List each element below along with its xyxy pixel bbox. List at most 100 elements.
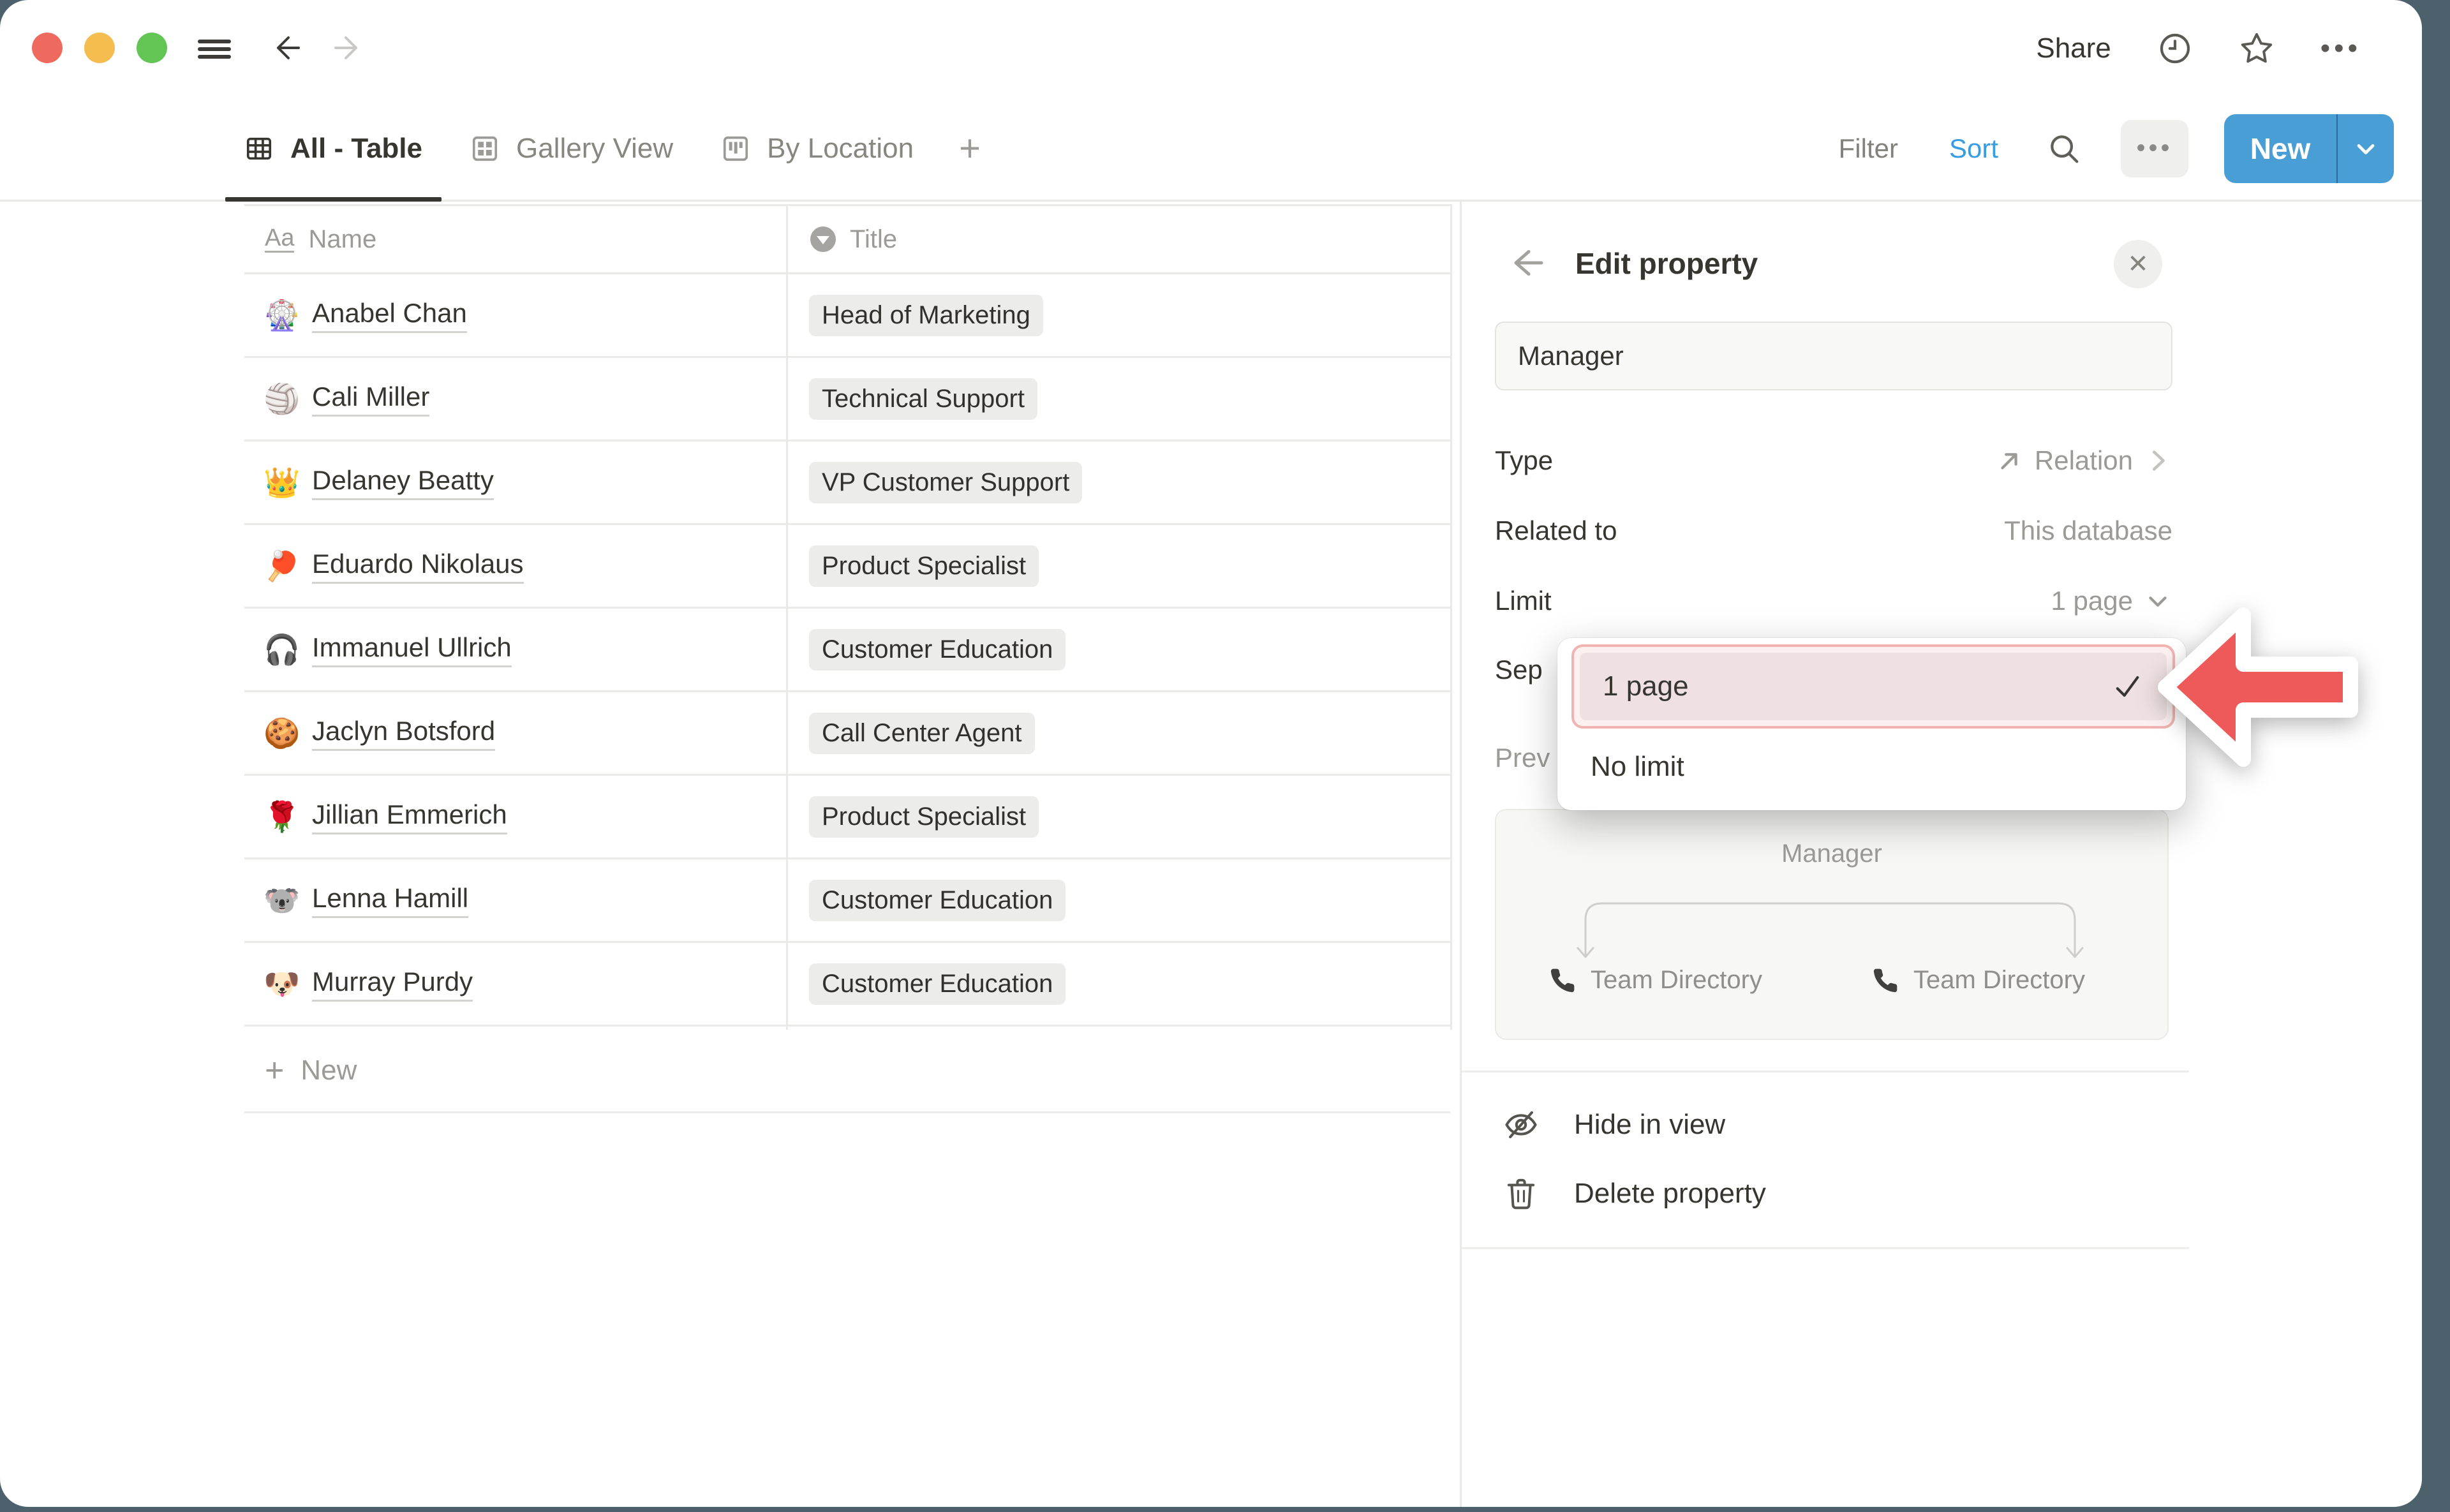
title-cell[interactable]: VP Customer Support <box>786 441 1450 523</box>
table-row: 👑Delaney Beatty VP Customer Support <box>244 441 1450 525</box>
name-cell[interactable]: 🏐Cali Miller <box>244 358 786 440</box>
column-header-title[interactable]: Title <box>786 206 1450 272</box>
title-cell[interactable]: Customer Education <box>786 859 1450 941</box>
column-divider[interactable] <box>1450 204 1452 1030</box>
phone-icon <box>1871 967 1899 995</box>
phone-icon <box>1548 967 1577 995</box>
property-name-input[interactable] <box>1495 322 2172 390</box>
new-row-button[interactable]: + New <box>244 1030 1450 1113</box>
table-row: 🍪 Jaclyn Botsford Call Center Agent <box>244 692 1450 776</box>
select-tag: Customer Education <box>809 963 1065 1005</box>
sort-button[interactable]: Sort <box>1949 133 1998 164</box>
new-row-label: New <box>301 1055 357 1086</box>
select-tag: Head of Marketing <box>809 295 1043 336</box>
page-emoji-icon: 🍪 <box>264 716 298 751</box>
check-icon <box>2111 670 2144 703</box>
new-button[interactable]: New <box>2224 114 2394 183</box>
column-header-name[interactable]: Aa Name <box>244 206 786 272</box>
board-view-icon <box>721 134 750 163</box>
name-cell[interactable]: 👑Delaney Beatty <box>244 441 786 523</box>
dropdown-option-no-limit[interactable]: No limit <box>1571 734 2175 800</box>
close-window-button[interactable] <box>32 33 63 63</box>
table-body: 🎡 Anabel Chan Head of Marketing 🏐Cali Mill… <box>244 274 1450 1027</box>
action-label: Delete property <box>1574 1178 1766 1210</box>
limit-value-button[interactable]: 1 page <box>2051 586 2172 616</box>
annotation-arrow-icon <box>2155 605 2366 769</box>
tab-gallery-view[interactable]: Gallery View <box>451 97 692 200</box>
tab-all-table[interactable]: All - Table <box>225 97 442 200</box>
table-row: 🌹Jillian EmmerichProduct Specialist <box>244 776 1450 859</box>
page-name-link[interactable]: Lenna Hamill <box>312 883 468 918</box>
name-cell[interactable]: 🐶Murray Purdy <box>244 943 786 1025</box>
panel-header: Edit property ✕ <box>1462 202 2189 329</box>
row-label: Limit <box>1495 586 1552 616</box>
new-dropdown-button[interactable] <box>2338 135 2394 163</box>
favorite-star-icon[interactable] <box>2239 31 2275 66</box>
preview-child-database: Team Directory <box>1548 966 1762 995</box>
minimize-window-button[interactable] <box>84 33 115 63</box>
page-name-link[interactable]: Eduardo Nikolaus <box>312 549 524 584</box>
filter-button[interactable]: Filter <box>1839 133 1898 164</box>
zoom-window-button[interactable] <box>137 33 167 63</box>
page-name-link[interactable]: Anabel Chan <box>312 298 467 333</box>
add-view-button[interactable]: + <box>942 97 997 200</box>
tab-by-location[interactable]: By Location <box>702 97 933 200</box>
page-name-link[interactable]: Jaclyn Botsford <box>312 716 495 751</box>
preview-child-database: Team Directory <box>1871 966 2085 995</box>
forward-arrow-icon[interactable] <box>332 33 362 63</box>
title-cell[interactable]: Technical Support <box>786 358 1450 440</box>
title-cell[interactable]: Customer Education <box>786 943 1450 1025</box>
page-emoji-icon: 🎡 <box>264 298 298 333</box>
column-divider[interactable] <box>786 204 788 1030</box>
page-name-link[interactable]: Cali Miller <box>312 382 429 417</box>
table-row: 🐶Murray Purdy Customer Education <box>244 943 1450 1027</box>
name-cell[interactable]: 🎡 Anabel Chan <box>244 274 786 356</box>
title-cell[interactable]: Customer Education <box>786 609 1450 690</box>
related-to-value-button[interactable]: This database <box>2004 515 2172 546</box>
hide-in-view-button[interactable]: Hide in view <box>1504 1108 1725 1142</box>
panel-divider <box>1462 1247 2189 1249</box>
page-name-link[interactable]: Delaney Beatty <box>312 465 494 500</box>
name-cell[interactable]: 🌹Jillian Emmerich <box>244 776 786 857</box>
name-cell[interactable]: 🐨 Lenna Hamill <box>244 859 786 941</box>
column-label: Name <box>308 225 376 254</box>
name-cell[interactable]: 🍪 Jaclyn Botsford <box>244 692 786 774</box>
view-options-button[interactable]: ••• <box>2121 120 2188 177</box>
page-emoji-icon: 🏓 <box>264 549 298 584</box>
chevron-down-icon <box>2352 135 2380 163</box>
limit-value: 1 page <box>2051 586 2133 616</box>
name-cell[interactable]: 🎧Immanuel Ullrich <box>244 609 786 690</box>
select-tag: VP Customer Support <box>809 462 1082 503</box>
back-icon[interactable] <box>1506 244 1545 282</box>
title-cell[interactable]: Head of Marketing <box>786 274 1450 356</box>
sidebar-menu-icon[interactable] <box>198 40 231 59</box>
gallery-view-icon <box>470 134 500 163</box>
page-name-link[interactable]: Immanuel Ullrich <box>312 632 512 667</box>
app-window: Share ••• All - Table Gallery View By Lo… <box>0 0 2422 1507</box>
tab-label: Gallery View <box>516 133 673 165</box>
new-button-label: New <box>2224 131 2336 166</box>
delete-property-button[interactable]: Delete property <box>1504 1176 1766 1211</box>
page-emoji-icon: 🐨 <box>264 883 298 918</box>
property-row-related-to: Related to This database <box>1495 505 2172 556</box>
select-tag: Customer Education <box>809 629 1065 671</box>
updates-clock-icon[interactable] <box>2157 31 2193 66</box>
search-icon[interactable] <box>2047 131 2081 166</box>
name-cell[interactable]: 🏓 Eduardo Nikolaus <box>244 525 786 607</box>
tab-label: By Location <box>767 133 914 165</box>
dropdown-option-1-page[interactable]: 1 page <box>1571 644 2175 729</box>
clipped-preview-label: Prev <box>1495 743 1550 773</box>
page-name-link[interactable]: Jillian Emmerich <box>312 799 507 834</box>
page-name-link[interactable]: Murray Purdy <box>312 967 473 1002</box>
close-icon[interactable]: ✕ <box>2114 240 2162 288</box>
title-cell[interactable]: Product Specialist <box>786 776 1450 857</box>
share-button[interactable]: Share <box>2036 33 2111 64</box>
title-cell[interactable]: Call Center Agent <box>786 692 1450 774</box>
type-value-button[interactable]: Relation <box>1995 445 2172 476</box>
back-arrow-icon[interactable] <box>272 33 302 63</box>
title-cell[interactable]: Product Specialist <box>786 525 1450 607</box>
more-options-icon[interactable]: ••• <box>2320 33 2361 64</box>
table-row: 🎡 Anabel Chan Head of Marketing <box>244 274 1450 358</box>
related-to-value: This database <box>2004 515 2172 546</box>
option-label: No limit <box>1591 751 1684 783</box>
